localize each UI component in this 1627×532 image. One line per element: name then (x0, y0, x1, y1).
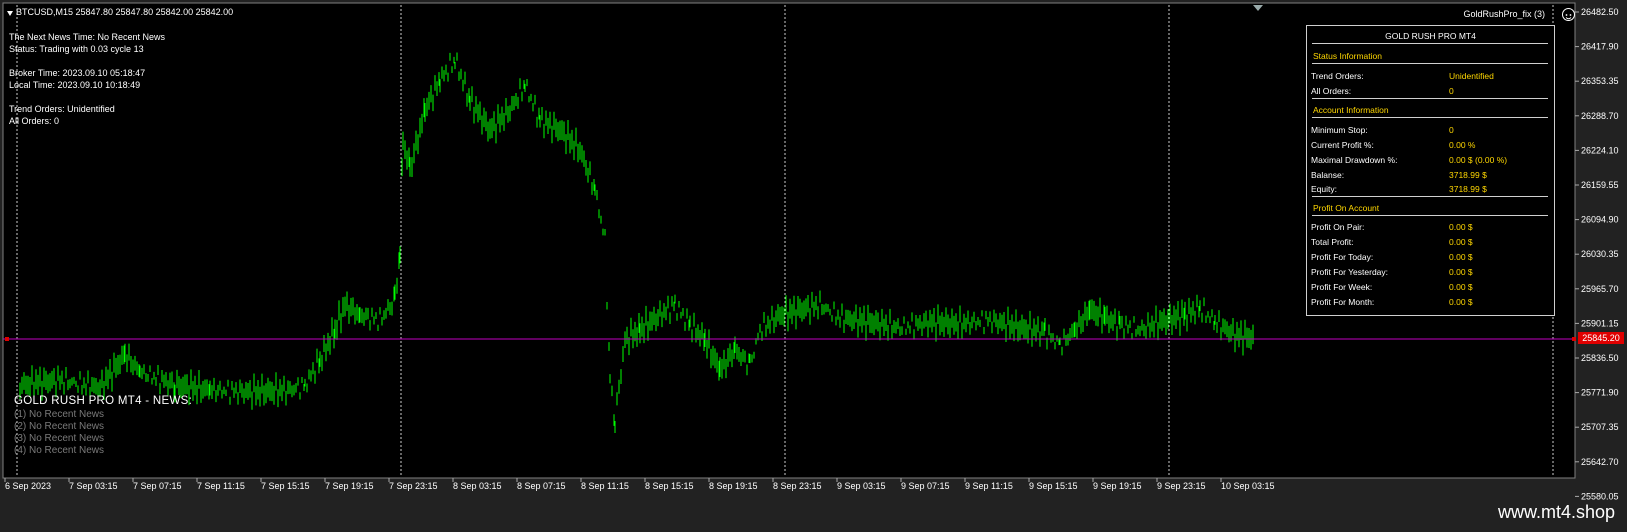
watermark: www.mt4.shop (1497, 502, 1615, 522)
price-axis-label: 26482.50 (1581, 7, 1619, 17)
panel-row-label: Current Profit %: (1311, 140, 1374, 150)
news-title: GOLD RUSH PRO MT4 - NEWS: (14, 395, 193, 407)
panel-row-value: 3718.99 $ (1449, 170, 1487, 180)
profit-section-title: Profit On Account (1313, 203, 1380, 213)
news-item: (3) No Recent News (14, 433, 105, 444)
time-axis-label: 7 Sep 07:15 (133, 481, 182, 491)
panel-row-value: Unidentified (1449, 71, 1494, 81)
panel-row-label: Minimum Stop: (1311, 125, 1368, 135)
panel-row-label: Profit For Today: (1311, 252, 1374, 262)
status-text: Status: Trading with 0.03 cycle 13 (9, 44, 144, 54)
smiley-icon[interactable] (1562, 8, 1575, 21)
panel-row-value: 0.00 $ (1449, 237, 1473, 247)
time-axis-label: 10 Sep 03:15 (1221, 481, 1275, 491)
price-axis-label: 25901.15 (1581, 318, 1619, 328)
status-section-title: Status Information (1313, 51, 1382, 61)
panel-row-label: Maximal Drawdown %: (1311, 155, 1398, 165)
time-axis-label: 7 Sep 19:15 (325, 481, 374, 491)
expert-advisor-label[interactable]: GoldRushPro_fix (3) (1463, 9, 1545, 19)
price-axis-label: 26353.35 (1581, 76, 1619, 86)
panel-row-value: 0 (1449, 125, 1454, 135)
time-axis-label: 7 Sep 23:15 (389, 481, 438, 491)
panel-row-label: Trend Orders: (1311, 71, 1364, 81)
time-axis-label: 9 Sep 23:15 (1157, 481, 1206, 491)
panel-row-label: Profit On Pair: (1311, 222, 1365, 232)
price-axis-label: 25836.50 (1581, 353, 1619, 363)
price-axis-label: 26224.10 (1581, 145, 1619, 155)
panel-row-value: 0.00 $ (1449, 282, 1473, 292)
price-axis-label: 25771.90 (1581, 388, 1619, 398)
price-axis-label: 25707.35 (1581, 422, 1619, 432)
price-axis-label: 25580.05 (1581, 491, 1619, 501)
panel-row-label: All Orders: (1311, 86, 1352, 96)
price-axis-label: 25965.70 (1581, 284, 1619, 294)
price-axis-label: 26288.70 (1581, 111, 1619, 121)
time-axis-label: 7 Sep 03:15 (69, 481, 118, 491)
chart-menu-arrow-icon[interactable] (7, 11, 13, 16)
price-axis-label: 26417.90 (1581, 42, 1619, 52)
time-axis-label: 8 Sep 03:15 (453, 481, 502, 491)
news-time-text: The Next News Time: No Recent News (9, 32, 166, 42)
all-orders-text: All Orders: 0 (9, 116, 60, 126)
time-axis-label: 9 Sep 15:15 (1029, 481, 1078, 491)
time-axis-label: 8 Sep 19:15 (709, 481, 758, 491)
time-axis-label: 7 Sep 15:15 (261, 481, 310, 491)
panel-row-value: 0.00 $ (1449, 297, 1473, 307)
time-axis-label: 7 Sep 11:15 (197, 481, 245, 491)
time-axis-label: 8 Sep 11:15 (581, 481, 629, 491)
panel-row-value: 3718.99 $ (1449, 184, 1487, 194)
time-axis-label: 8 Sep 15:15 (645, 481, 694, 491)
time-axis-label: 9 Sep 03:15 (837, 481, 886, 491)
panel-row-value: 0 (1449, 86, 1454, 96)
broker-time-text: Broker Time: 2023.09.10 05:18:47 (9, 68, 146, 78)
panel-row-value: 0.00 % (1449, 140, 1476, 150)
panel-row-label: Profit For Week: (1311, 282, 1373, 292)
panel-row-label: Profit For Month: (1311, 297, 1375, 307)
news-item: (1) No Recent News (14, 409, 105, 420)
time-axis-label: 8 Sep 23:15 (773, 481, 822, 491)
time-axis-label: 9 Sep 11:15 (965, 481, 1013, 491)
panel-row-value: 0.00 $ (0.00 %) (1449, 155, 1508, 165)
panel-row-value: 0.00 $ (1449, 222, 1473, 232)
time-axis-label: 9 Sep 07:15 (901, 481, 950, 491)
price-axis-label: 26094.90 (1581, 215, 1619, 225)
price-axis-label: 25642.70 (1581, 457, 1619, 467)
current-price-tag: 25845.20 (1578, 332, 1624, 344)
panel-row-label: Profit For Yesterday: (1311, 267, 1389, 277)
price-axis-label: 26159.55 (1581, 180, 1619, 190)
gold-rush-panel: GOLD RUSH PRO MT4 Status Information Tre… (1306, 25, 1555, 316)
panel-row-value: 0.00 $ (1449, 252, 1473, 262)
panel-row-label: Balanse: (1311, 170, 1345, 180)
time-axis-label: 8 Sep 07:15 (517, 481, 566, 491)
news-item: (2) No Recent News (14, 421, 105, 432)
trend-orders-text: Trend Orders: Unidentified (9, 104, 115, 114)
price-axis: 26482.50 26417.90 26353.35 26288.70 26224.10… (1575, 7, 1619, 501)
price-axis-label: 26030.35 (1581, 249, 1619, 259)
time-axis-label: 6 Sep 2023 (5, 481, 51, 491)
local-time-text: Local Time: 2023.09.10 10:18:49 (9, 80, 141, 90)
panel-row-value: 0.00 $ (1449, 267, 1473, 277)
panel-title: GOLD RUSH PRO MT4 (1385, 31, 1476, 41)
panel-row-label: Total Profit: (1311, 237, 1354, 247)
panel-row-label: Equity: (1311, 184, 1337, 194)
time-axis-label: 9 Sep 19:15 (1093, 481, 1142, 491)
news-item: (4) No Recent News (14, 445, 105, 456)
symbol-header: BTCUSD,M15 25847.80 25847.80 25842.00 25… (16, 7, 234, 17)
account-section-title: Account Information (1313, 105, 1389, 115)
